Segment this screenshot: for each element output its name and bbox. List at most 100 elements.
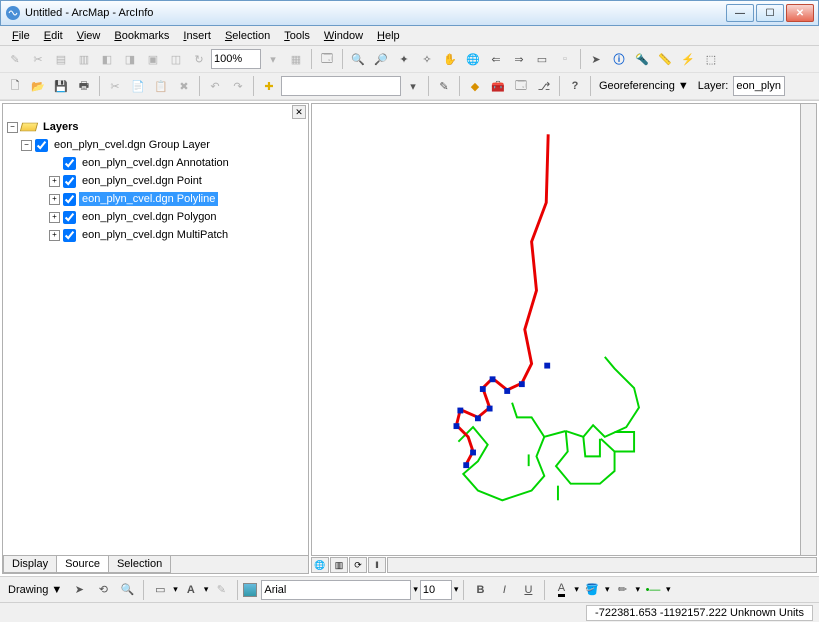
- data-view-button[interactable]: 🌐: [311, 557, 329, 573]
- tool-icon[interactable]: ▥: [73, 48, 95, 70]
- pointer-icon[interactable]: ➤: [68, 579, 90, 601]
- layer-checkbox[interactable]: [63, 229, 76, 242]
- drawing-menu[interactable]: Drawing ▼: [4, 584, 66, 596]
- undo-icon[interactable]: ↶: [204, 75, 226, 97]
- bold-icon[interactable]: B: [469, 579, 491, 601]
- expand-icon[interactable]: +: [49, 230, 60, 241]
- fixed-zoom-in-icon[interactable]: ✦: [393, 48, 415, 70]
- minimize-button[interactable]: —: [726, 4, 754, 22]
- hyperlink-icon[interactable]: ⚡: [677, 48, 699, 70]
- edit-vertices-icon[interactable]: ✎: [210, 579, 232, 601]
- expand-icon[interactable]: +: [49, 176, 60, 187]
- underline-icon[interactable]: U: [517, 579, 539, 601]
- vertical-scrollbar[interactable]: [801, 103, 817, 556]
- text-icon[interactable]: A: [180, 579, 202, 601]
- editor-icon[interactable]: ✎: [433, 75, 455, 97]
- georef-button[interactable]: Georeferencing ▼: [595, 80, 693, 92]
- rectangle-icon[interactable]: ▭: [149, 579, 171, 601]
- back-icon[interactable]: ⇐: [485, 48, 507, 70]
- forward-icon[interactable]: ⇒: [508, 48, 530, 70]
- dropdown-icon[interactable]: ▾: [402, 75, 424, 97]
- marker-color-icon[interactable]: •—: [642, 579, 664, 601]
- font-color-icon[interactable]: A: [550, 579, 572, 601]
- layer-tree[interactable]: − Layers − eon_plyn_cvel.dgn Group Layer…: [3, 104, 308, 555]
- tool-icon[interactable]: ◫: [165, 48, 187, 70]
- menu-window[interactable]: Window: [318, 28, 369, 44]
- close-button[interactable]: ✕: [786, 4, 814, 22]
- layer-combo[interactable]: [733, 76, 785, 96]
- menu-selection[interactable]: Selection: [219, 28, 276, 44]
- fill-color-icon[interactable]: 🪣: [581, 579, 603, 601]
- help-icon[interactable]: ?: [564, 75, 586, 97]
- tool-icon[interactable]: ▤: [50, 48, 72, 70]
- add-data-icon[interactable]: ✚: [258, 75, 280, 97]
- pause-button[interactable]: ‖: [368, 557, 386, 573]
- catalog-icon[interactable]: ◆: [464, 75, 486, 97]
- measure-icon[interactable]: 📏: [654, 48, 676, 70]
- open-icon[interactable]: 📂: [27, 75, 49, 97]
- tool-icon[interactable]: 🗔: [316, 48, 338, 70]
- pointer-icon[interactable]: ➤: [585, 48, 607, 70]
- layout-view-button[interactable]: ▥: [330, 557, 348, 573]
- toolbox-icon[interactable]: 🧰: [487, 75, 509, 97]
- cmd-icon[interactable]: ⎇: [533, 75, 555, 97]
- layer-checkbox[interactable]: [63, 157, 76, 170]
- dropdown-icon[interactable]: ▾: [262, 48, 284, 70]
- tab-source[interactable]: Source: [56, 556, 109, 573]
- menu-bookmarks[interactable]: Bookmarks: [108, 28, 175, 44]
- identify-icon[interactable]: ⓘ: [608, 48, 630, 70]
- edit-tool-icon[interactable]: ✎: [4, 48, 26, 70]
- clear-select-icon[interactable]: ▫: [554, 48, 576, 70]
- select-icon[interactable]: ▭: [531, 48, 553, 70]
- layer-polyline[interactable]: eon_plyn_cvel.dgn Polyline: [79, 192, 218, 206]
- menu-tools[interactable]: Tools: [278, 28, 316, 44]
- italic-icon[interactable]: I: [493, 579, 515, 601]
- line-color-icon[interactable]: ✏: [611, 579, 633, 601]
- layer-point[interactable]: eon_plyn_cvel.dgn Point: [79, 174, 205, 188]
- scale-combo[interactable]: [281, 76, 401, 96]
- layer-multipatch[interactable]: eon_plyn_cvel.dgn MultiPatch: [79, 228, 231, 242]
- layer-annotation[interactable]: eon_plyn_cvel.dgn Annotation: [79, 156, 232, 170]
- copy-icon[interactable]: 📄: [127, 75, 149, 97]
- redo-icon[interactable]: ↷: [227, 75, 249, 97]
- expand-icon[interactable]: +: [49, 194, 60, 205]
- zoom-shape-icon[interactable]: 🔍: [116, 579, 138, 601]
- font-combo[interactable]: [261, 580, 411, 600]
- layer-checkbox[interactable]: [63, 211, 76, 224]
- tab-selection[interactable]: Selection: [108, 556, 171, 573]
- find-icon[interactable]: 🔦: [631, 48, 653, 70]
- paste-icon[interactable]: 📋: [150, 75, 172, 97]
- zoom-in-icon[interactable]: 🔍: [347, 48, 369, 70]
- tool-icon[interactable]: ▦: [285, 48, 307, 70]
- layer-checkbox[interactable]: [35, 139, 48, 152]
- tool-icon[interactable]: ◧: [96, 48, 118, 70]
- group-layer[interactable]: eon_plyn_cvel.dgn Group Layer: [51, 138, 213, 152]
- layers-root[interactable]: Layers: [40, 120, 81, 134]
- fixed-zoom-out-icon[interactable]: ✧: [416, 48, 438, 70]
- new-icon[interactable]: 🗋: [4, 75, 26, 97]
- layer-checkbox[interactable]: [63, 175, 76, 188]
- maximize-button[interactable]: ☐: [756, 4, 784, 22]
- toc-close-button[interactable]: ✕: [292, 105, 306, 119]
- tool-icon[interactable]: ⬚: [700, 48, 722, 70]
- expand-icon[interactable]: −: [7, 122, 18, 133]
- delete-icon[interactable]: ✖: [173, 75, 195, 97]
- font-size-combo[interactable]: [420, 580, 452, 600]
- layer-checkbox[interactable]: [63, 193, 76, 206]
- horizontal-scrollbar[interactable]: [387, 557, 817, 573]
- tool-icon[interactable]: ◨: [119, 48, 141, 70]
- window-icon[interactable]: 🗔: [510, 75, 532, 97]
- rotate-icon[interactable]: ⟲: [92, 579, 114, 601]
- print-icon[interactable]: 🖶: [73, 75, 95, 97]
- tab-display[interactable]: Display: [3, 556, 57, 573]
- zoom-out-icon[interactable]: 🔎: [370, 48, 392, 70]
- menu-help[interactable]: Help: [371, 28, 406, 44]
- menu-view[interactable]: View: [71, 28, 107, 44]
- refresh-button[interactable]: ⟳: [349, 557, 367, 573]
- layer-polygon[interactable]: eon_plyn_cvel.dgn Polygon: [79, 210, 220, 224]
- tool-icon[interactable]: ▣: [142, 48, 164, 70]
- cut-icon[interactable]: ✂: [104, 75, 126, 97]
- save-icon[interactable]: 💾: [50, 75, 72, 97]
- menu-file[interactable]: File: [6, 28, 36, 44]
- pan-icon[interactable]: ✋: [439, 48, 461, 70]
